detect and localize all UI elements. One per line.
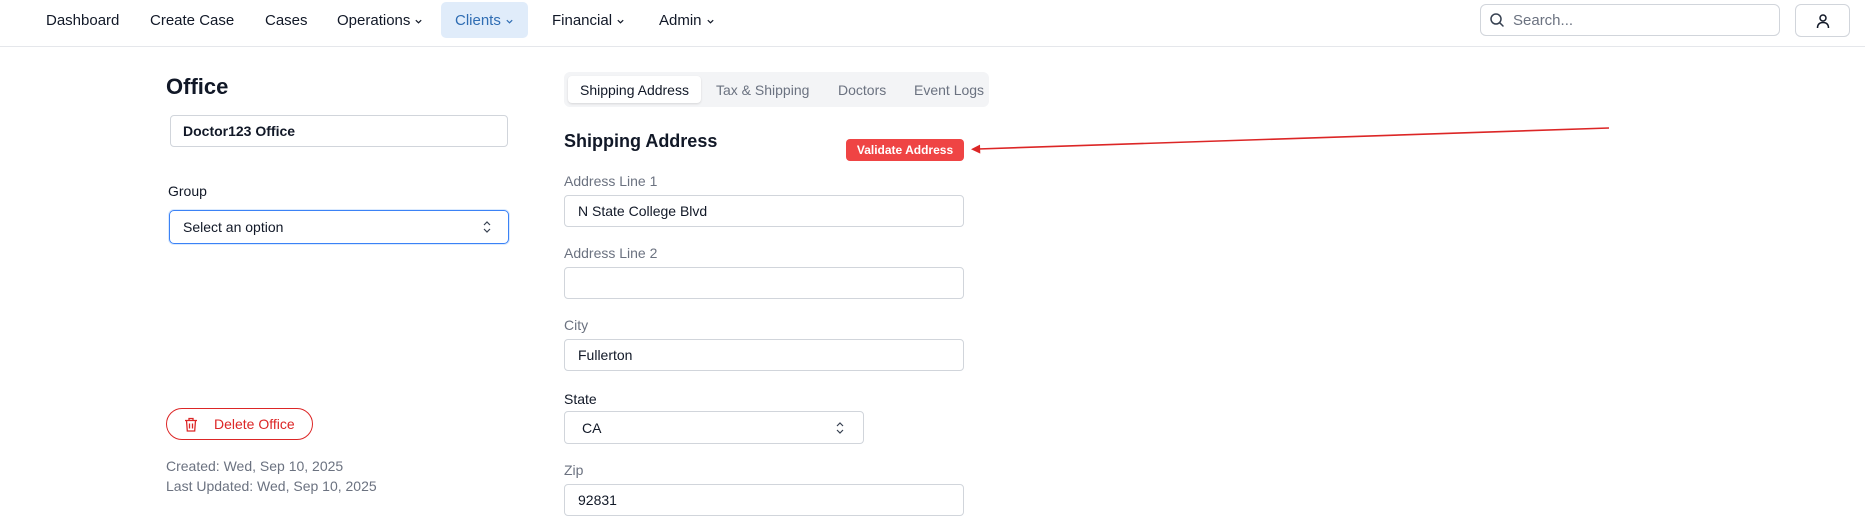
address2-field[interactable]	[564, 267, 964, 299]
updated-date: Last Updated: Wed, Sep 10, 2025	[166, 478, 377, 494]
chevron-down-icon	[617, 19, 624, 24]
tab-shipping-address-label: Shipping Address	[580, 81, 689, 98]
city-label: City	[564, 317, 589, 333]
nav-clients-label: Clients	[455, 11, 501, 29]
address1-field[interactable]: N State College Blvd	[564, 195, 964, 227]
nav-admin[interactable]: Admin	[645, 2, 729, 38]
select-arrows-icon	[836, 422, 844, 434]
nav-cases-label: Cases	[265, 11, 308, 29]
zip-label: Zip	[564, 462, 584, 478]
tab-doctors-label: Doctors	[838, 81, 887, 98]
city-field[interactable]: Fullerton	[564, 339, 964, 371]
user-icon	[1816, 13, 1829, 28]
nav-financial-label: Financial	[552, 11, 613, 29]
nav-clients[interactable]: Clients	[441, 2, 528, 38]
nav-operations[interactable]: Operations	[323, 2, 437, 38]
nav-create-case-label: Create Case	[150, 11, 235, 29]
address2-label: Address Line 2	[564, 245, 658, 261]
group-select[interactable]: Select an option	[169, 210, 509, 244]
validate-address-button[interactable]: Validate Address	[846, 139, 964, 161]
state-select-value: CA	[582, 419, 602, 436]
chevron-down-icon	[706, 19, 714, 24]
nav-create-case[interactable]: Create Case	[136, 2, 248, 38]
tab-doctors[interactable]: Doctors	[826, 76, 898, 103]
group-select-value: Select an option	[183, 219, 284, 235]
section-title: Shipping Address	[564, 131, 718, 151]
select-arrows-icon	[483, 221, 491, 233]
nav-dashboard-label: Dashboard	[46, 11, 120, 29]
tab-tax-shipping-label: Tax & Shipping	[716, 81, 810, 98]
group-label: Group	[168, 183, 207, 199]
nav-dashboard[interactable]: Dashboard	[32, 2, 133, 38]
user-menu-button[interactable]	[1795, 4, 1850, 37]
tab-event-logs[interactable]: Event Logs	[902, 76, 996, 103]
page-title: Office	[166, 74, 229, 99]
search-icon	[1490, 13, 1504, 27]
chevron-down-icon	[415, 19, 422, 24]
nav-financial[interactable]: Financial	[538, 2, 639, 38]
tab-tax-shipping[interactable]: Tax & Shipping	[704, 76, 821, 103]
zip-field[interactable]: 92831	[564, 484, 964, 516]
annotation-arrow-icon	[971, 127, 1610, 154]
tab-shipping-address[interactable]: Shipping Address	[568, 76, 701, 103]
search-placeholder: Search...	[1513, 11, 1574, 29]
delete-office-label: Delete Office	[214, 416, 295, 432]
state-select[interactable]: CA	[564, 411, 864, 444]
office-name-field[interactable]: Doctor123 Office	[170, 115, 508, 147]
tab-event-logs-label: Event Logs	[914, 81, 985, 98]
state-label: State	[564, 391, 597, 407]
created-date: Created: Wed, Sep 10, 2025	[166, 458, 344, 474]
nav-cases[interactable]: Cases	[251, 2, 322, 38]
address1-label: Address Line 1	[564, 173, 658, 189]
delete-office-button[interactable]: Delete Office	[166, 408, 313, 440]
nav-operations-label: Operations	[337, 11, 411, 29]
nav-admin-label: Admin	[659, 11, 702, 29]
search-input[interactable]: Search...	[1480, 4, 1780, 36]
chevron-down-icon	[506, 19, 513, 24]
trash-icon	[185, 417, 197, 432]
office-tabs: Shipping Address Tax & Shipping Doctors …	[564, 72, 989, 107]
top-navigation: Dashboard Create Case Cases Operations C…	[0, 0, 1865, 47]
